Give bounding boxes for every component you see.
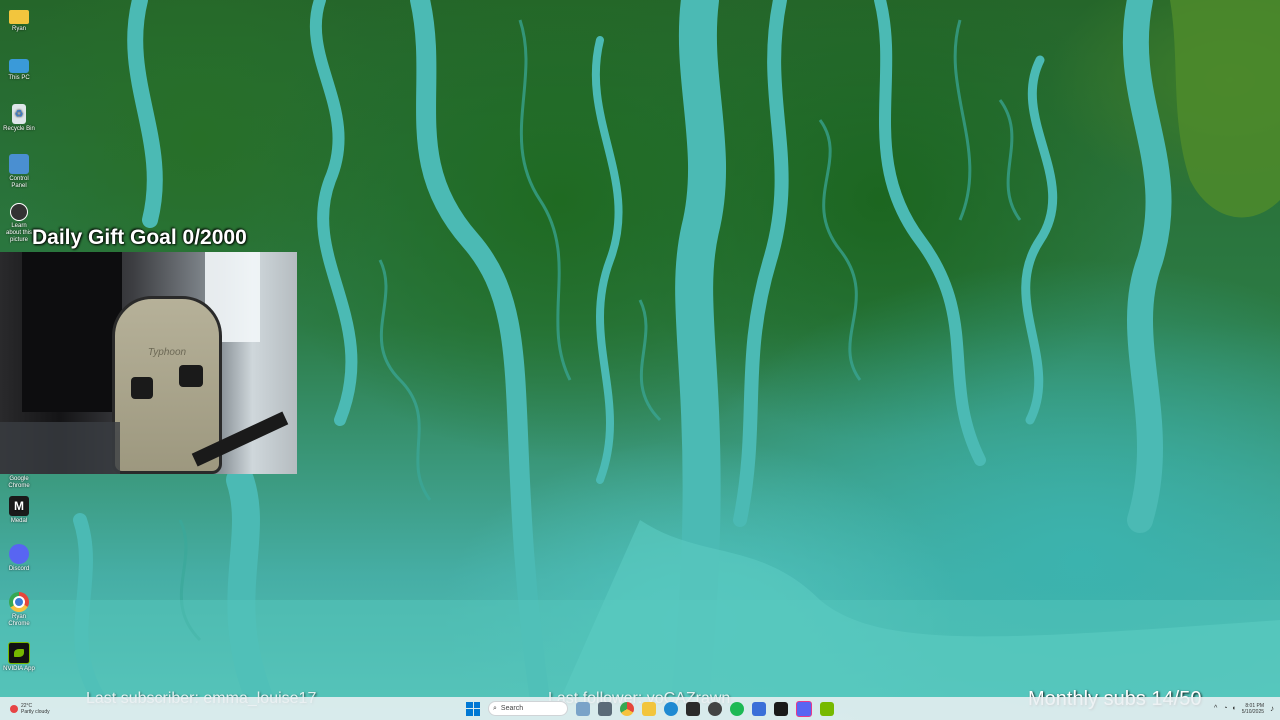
chevron-up-icon: ^ <box>1214 705 1218 712</box>
desktop-icon-label: Google Chrome <box>8 476 30 489</box>
obs-icon[interactable] <box>708 701 722 716</box>
discord-icon[interactable] <box>796 700 812 717</box>
desktop-icon-label: This PC <box>8 75 30 81</box>
wifi-icon: ◔ <box>1223 705 1228 712</box>
camera-icon <box>10 203 28 221</box>
widgets-icon[interactable] <box>576 701 590 716</box>
desktop-icon-label: Control Panel <box>9 176 29 189</box>
start-button[interactable] <box>466 701 480 716</box>
desktop-icon-nvidia-app[interactable]: NVIDIA App <box>3 642 35 673</box>
desktop-icon-label: Ryan Chrome <box>8 614 30 627</box>
terminal-icon[interactable] <box>686 701 700 716</box>
curtain <box>22 252 122 412</box>
notification-bell-icon[interactable]: ♪ <box>1270 704 1274 713</box>
desktop-icon-google-chrome[interactable]: Google Chrome <box>3 476 35 490</box>
discord-icon <box>9 544 29 564</box>
search-icon: ⌕ <box>493 704 497 712</box>
control-panel-icon <box>9 154 29 174</box>
desktop-icon-label: Recycle Bin <box>3 126 35 132</box>
gift-goal-overlay: Daily Gift Goal 0/2000 <box>32 226 247 249</box>
desktop-icon-control-panel[interactable]: Control Panel <box>3 154 35 190</box>
desktop-icon-learn-about-picture[interactable]: Learn about this picture <box>3 203 35 244</box>
spotify-icon[interactable] <box>730 701 744 716</box>
desktop-icon-medal[interactable]: M Medal <box>3 496 35 525</box>
weather-icon <box>10 704 18 713</box>
weather-desc: Partly cloudy <box>21 708 50 715</box>
desktop-icon-label: Medal <box>10 518 28 524</box>
weather-widget[interactable]: 22°C Partly cloudy <box>10 703 90 715</box>
chair-brand: Typhoon <box>147 347 187 358</box>
desktop-icon-this-pc[interactable]: This PC <box>3 56 35 82</box>
nvidia-icon[interactable] <box>820 701 834 716</box>
taskbar-search[interactable]: ⌕ Search <box>488 701 568 716</box>
desktop-icon-label: NVIDIA App <box>3 666 35 672</box>
search-placeholder: Search <box>500 705 524 712</box>
edge-icon[interactable] <box>664 701 678 716</box>
clock-date: 5/10/2025 <box>1241 708 1265 715</box>
chrome-icon[interactable] <box>620 701 634 716</box>
taskbar: 22°C Partly cloudy ⌕ Search ^ ◔ ◖ 8:01 P… <box>0 697 1280 720</box>
desktop-icon-recycle-bin[interactable]: ♻ Recycle Bin <box>3 104 35 133</box>
desktop-icon-ryan-chrome[interactable]: Ryan Chrome <box>3 592 35 628</box>
file-explorer-icon[interactable] <box>642 701 656 716</box>
webcam-feed: Typhoon <box>0 252 297 474</box>
desktop-icon-discord[interactable]: Discord <box>3 544 35 573</box>
desk-shadow <box>0 422 120 474</box>
desktop-icon-label: Ryan <box>11 26 26 32</box>
folder-icon <box>9 10 29 24</box>
medal-icon[interactable] <box>774 701 788 716</box>
task-view-icon[interactable] <box>598 701 612 716</box>
volume-icon: ◖ <box>1231 705 1236 712</box>
nvidia-icon <box>8 642 30 664</box>
monitor-icon <box>9 59 29 73</box>
desktop-icon-ryan-folder[interactable]: Ryan <box>3 7 35 33</box>
medal-icon: M <box>9 496 29 516</box>
system-tray[interactable]: ^ ◔ ◖ 8:01 PM 5/10/2025 ♪ <box>1214 703 1274 715</box>
clock[interactable]: 8:01 PM 5/10/2025 <box>1242 703 1264 715</box>
chrome-icon <box>9 592 29 612</box>
desktop-icon-label: Discord <box>8 566 30 572</box>
recycle-bin-icon: ♻ <box>12 104 26 124</box>
desktop-icon-label: Learn about this picture <box>5 223 33 243</box>
store-icon[interactable] <box>752 701 766 716</box>
